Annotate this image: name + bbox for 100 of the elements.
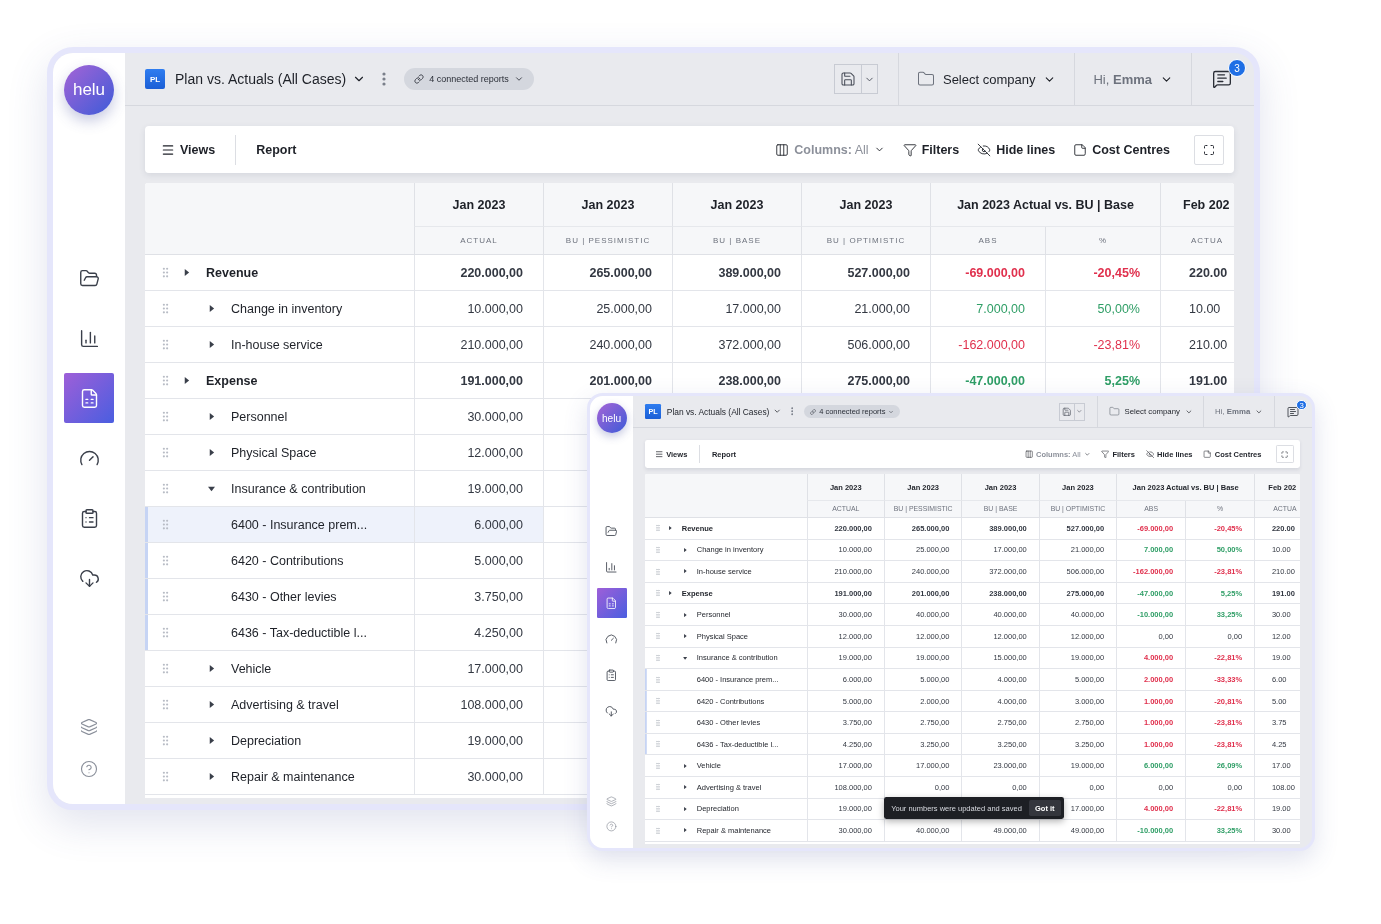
subcolumn-header: ACTUA xyxy=(1160,227,1234,254)
more-vertical-icon xyxy=(382,72,387,86)
row-label: Advertising & travel xyxy=(231,697,339,712)
caret-icon[interactable] xyxy=(682,828,687,833)
help-icon[interactable] xyxy=(80,760,98,778)
row-label: Revenue xyxy=(206,265,259,280)
report-title-button[interactable]: Plan vs. Actuals (All Cases) xyxy=(175,71,367,87)
caret-icon[interactable] xyxy=(207,449,215,456)
caret-icon[interactable] xyxy=(667,526,672,531)
caret-icon[interactable] xyxy=(182,377,190,384)
row-label: Change in inventory xyxy=(231,301,343,316)
filters-button[interactable]: Filters xyxy=(1101,449,1135,459)
column-header: Feb 202 xyxy=(1254,474,1300,501)
caret-icon[interactable] xyxy=(207,701,215,708)
nav-item[interactable] xyxy=(64,373,114,423)
more-vertical-icon xyxy=(790,407,794,416)
views-button[interactable]: Views xyxy=(654,449,688,459)
row-label: 6436 - Tax-deductible l... xyxy=(231,625,367,640)
row-label: Insurance & contribution xyxy=(231,481,366,496)
eye-off-icon xyxy=(977,142,992,157)
logo[interactable]: helu xyxy=(64,65,114,115)
report-tab[interactable]: Report xyxy=(256,142,297,157)
row-label: 6430 - Other levies xyxy=(231,589,337,604)
column-header: Feb 202 xyxy=(1160,183,1234,227)
caret-icon[interactable] xyxy=(207,485,215,492)
caret-icon[interactable] xyxy=(682,785,687,790)
caret-icon[interactable] xyxy=(667,590,672,596)
message-icon xyxy=(1212,69,1232,89)
messages-button[interactable] xyxy=(1212,69,1232,89)
logo[interactable]: helu xyxy=(596,403,627,434)
caret-icon[interactable] xyxy=(682,634,687,639)
cost-centres-button[interactable]: Cost Centres xyxy=(1203,449,1262,459)
row-label: Personnel xyxy=(231,409,288,424)
fullscreen-button[interactable] xyxy=(1275,445,1294,464)
caret-icon[interactable] xyxy=(207,341,215,348)
column-header: Jan 2023 xyxy=(961,474,1039,501)
filter-icon xyxy=(902,142,917,157)
connected-reports-button[interactable]: 4 connected reports xyxy=(804,405,901,419)
caret-icon[interactable] xyxy=(682,612,687,617)
caret-icon[interactable] xyxy=(682,655,687,660)
notification-badge: 3 xyxy=(1228,59,1246,77)
row-header-cell[interactable]: 6400 - Insurance prem... xyxy=(145,507,414,542)
toast-text: Your numbers were updated and saved xyxy=(891,803,1022,813)
caret-icon[interactable] xyxy=(682,763,687,768)
subcolumn-header: BU | OPTIMISTIC xyxy=(801,227,930,254)
caret-icon[interactable] xyxy=(207,773,215,780)
got-it-button[interactable]: Got it xyxy=(1029,800,1061,816)
report-badge: PL xyxy=(145,69,165,89)
filters-button[interactable]: Filters xyxy=(902,142,960,157)
column-header: Jan 2023 Actual vs. BU | Base xyxy=(930,183,1160,227)
company-select[interactable]: Select company xyxy=(916,70,1057,88)
columns-icon xyxy=(775,142,790,157)
cloud-download-icon xyxy=(78,567,100,589)
more-button[interactable] xyxy=(382,72,387,86)
save-button[interactable] xyxy=(833,64,862,94)
bar-chart-icon xyxy=(78,327,100,349)
more-button[interactable] xyxy=(790,407,794,416)
views-button[interactable]: Views xyxy=(161,142,216,157)
column-header: Jan 2023 xyxy=(1038,474,1117,501)
row-label: 6420 - Contributions xyxy=(696,696,765,706)
save-button[interactable] xyxy=(1058,402,1076,421)
caret-icon[interactable] xyxy=(207,413,215,420)
row-label: Physical Space xyxy=(696,631,749,641)
folder-icon xyxy=(916,70,935,88)
user-menu-button[interactable]: Hi, Emma xyxy=(1093,71,1173,87)
row-label: 6436 - Tax-deductible l... xyxy=(696,739,779,749)
row-label: 6430 - Other levies xyxy=(696,718,761,728)
caret-icon[interactable] xyxy=(682,569,687,574)
row-label: Physical Space xyxy=(231,445,317,460)
link-icon xyxy=(414,74,425,84)
row-label: Repair & maintenance xyxy=(231,769,355,784)
column-header: Jan 2023 xyxy=(543,183,672,227)
caret-icon[interactable] xyxy=(182,269,190,276)
connected-reports-button[interactable]: 4 connected reports xyxy=(404,68,534,90)
nav-item[interactable] xyxy=(596,588,627,618)
row-label: Revenue xyxy=(681,523,714,533)
subcolumn-header: ABS xyxy=(930,227,1045,254)
column-header: Jan 2023 xyxy=(672,183,801,227)
row-label: 6400 - Insurance prem... xyxy=(696,674,779,684)
hide-lines-button[interactable]: Hide lines xyxy=(1145,449,1193,459)
row-label: Insurance & contribution xyxy=(696,653,778,663)
caret-icon[interactable] xyxy=(682,547,687,552)
fullscreen-icon xyxy=(1203,143,1215,156)
caret-icon[interactable] xyxy=(207,305,215,312)
row-label: In-house service xyxy=(696,566,752,576)
row-label: Repair & maintenance xyxy=(696,826,771,836)
cost-centres-button[interactable]: Cost Centres xyxy=(1073,142,1170,157)
layers-icon[interactable] xyxy=(80,718,98,736)
caret-icon[interactable] xyxy=(207,737,215,744)
report-title-button[interactable]: Plan vs. Actuals (All Cases) xyxy=(666,406,782,417)
subcolumn-header: % xyxy=(1045,227,1160,254)
hide-lines-button[interactable]: Hide lines xyxy=(977,142,1056,157)
subcolumn-header: ACTUAL xyxy=(414,227,543,254)
caret-icon[interactable] xyxy=(207,665,215,672)
fullscreen-button[interactable] xyxy=(1194,134,1224,165)
row-label: Expense xyxy=(681,588,713,598)
table-cell: 6.000,00 xyxy=(414,507,543,542)
caret-icon[interactable] xyxy=(682,806,687,812)
row-label: Vehicle xyxy=(696,761,721,771)
report-tab[interactable]: Report xyxy=(711,449,737,459)
